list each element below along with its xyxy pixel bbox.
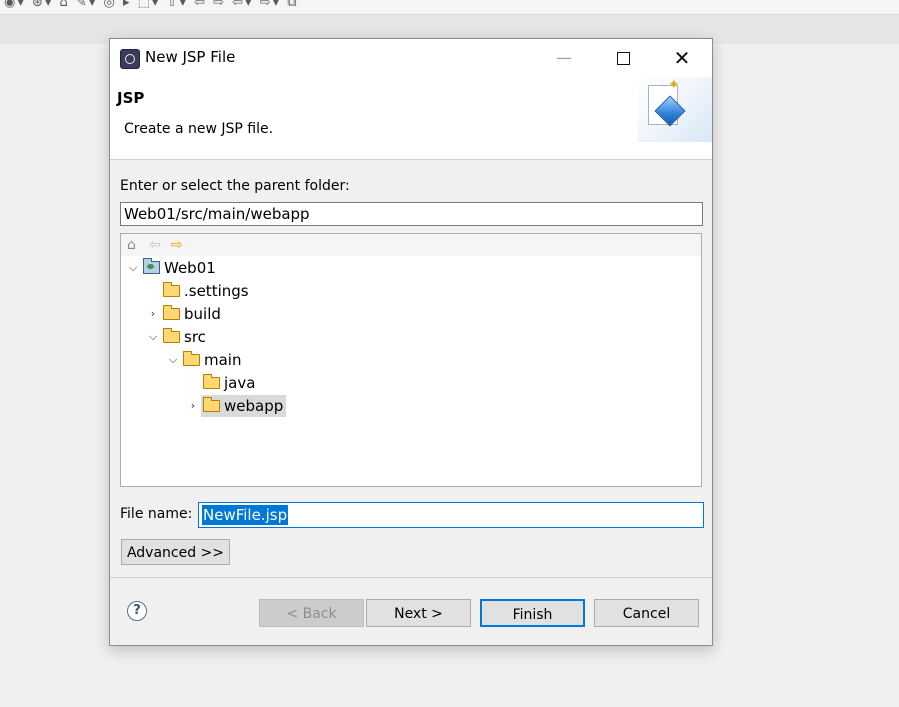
folder-icon <box>203 373 220 389</box>
file-name-label: File name: <box>120 506 193 522</box>
close-icon: ✕ <box>673 46 691 70</box>
selected-item-highlight: webapp <box>201 395 287 417</box>
next-button[interactable]: Next > <box>366 599 471 627</box>
folder-icon <box>183 350 200 366</box>
tree-item-label: java <box>224 374 256 392</box>
chevron-right-icon[interactable]: › <box>185 395 201 417</box>
parent-folder-input[interactable]: Web01/src/main/webapp <box>120 202 703 226</box>
tree-item-src[interactable]: ⌵ src <box>145 326 210 348</box>
file-name-value: NewFile.jsp <box>202 505 289 525</box>
dialog-titlebar: New JSP File — ✕ <box>110 39 712 77</box>
tree-item-label: webapp <box>224 397 284 415</box>
home-icon[interactable]: ⌂ <box>127 236 136 254</box>
tree-item-label: main <box>204 351 242 369</box>
advanced-button[interactable]: Advanced >> <box>121 539 230 565</box>
chevron-down-icon[interactable]: ⌵ <box>165 349 181 371</box>
tree-item-main[interactable]: ⌵ main <box>165 349 245 371</box>
tree-toolbar: ⌂ ⇦ ⇨ <box>121 234 701 256</box>
diamond-icon <box>654 95 686 127</box>
close-button[interactable]: ✕ <box>653 39 711 77</box>
tree-item-build[interactable]: › build <box>145 303 225 325</box>
wizard-header-title: JSP <box>117 89 145 107</box>
minimize-button[interactable]: — <box>535 39 593 77</box>
tree-item-java[interactable]: java <box>185 372 259 394</box>
eclipse-icon <box>120 49 140 69</box>
wizard-banner-icon: ✦ <box>638 77 712 142</box>
dialog-title: New JSP File <box>145 48 236 66</box>
minimize-icon: — <box>556 48 572 67</box>
parent-folder-label: Enter or select the parent folder: <box>120 178 350 194</box>
toolbar-icons: ◉▾ ⊛▾ ⌂ ✎▾ ◎ ▸ ⬚▾ ⇧▾ ⇦ ⇨ ⇦▾ ⇨▾ ⧉ <box>4 0 299 10</box>
maximize-icon <box>616 52 630 65</box>
help-icon[interactable]: ? <box>127 601 147 621</box>
forward-arrow-icon[interactable]: ⇨ <box>171 236 183 254</box>
tree-item-web01[interactable]: ⌵ Web01 <box>125 257 220 279</box>
tree-item-label: build <box>184 305 221 323</box>
tree-item-webapp[interactable]: › webapp <box>185 395 290 417</box>
tree-item-settings[interactable]: .settings <box>145 280 253 302</box>
sparkle-icon: ✦ <box>668 77 680 93</box>
chevron-down-icon[interactable]: ⌵ <box>145 326 161 348</box>
chevron-down-icon[interactable]: ⌵ <box>125 257 141 279</box>
button-bar-separator <box>110 577 712 578</box>
folder-icon <box>163 327 180 343</box>
new-jsp-file-dialog: New JSP File — ✕ JSP Create a new JSP fi… <box>109 38 713 646</box>
file-name-input[interactable]: NewFile.jsp <box>198 502 704 528</box>
maximize-button[interactable] <box>594 39 652 77</box>
folder-icon <box>163 304 180 320</box>
wizard-header-description: Create a new JSP file. <box>124 121 274 137</box>
cancel-button[interactable]: Cancel <box>594 599 699 627</box>
tree-item-label: Web01 <box>164 259 216 277</box>
finish-button[interactable]: Finish <box>480 599 585 627</box>
tree-item-label: src <box>184 328 206 346</box>
wizard-header: JSP Create a new JSP file. ✦ <box>110 77 712 160</box>
tree-item-label: .settings <box>184 282 249 300</box>
folder-tree[interactable]: ⌂ ⇦ ⇨ ⌵ Web01 .settings › build ⌵ src ⌵ main… <box>120 233 702 487</box>
ide-toolbar: ◉▾ ⊛▾ ⌂ ✎▾ ◎ ▸ ⬚▾ ⇧▾ ⇦ ⇨ ⇦▾ ⇨▾ ⧉ <box>0 0 899 15</box>
folder-icon <box>203 396 220 412</box>
back-arrow-icon[interactable]: ⇦ <box>149 236 161 254</box>
chevron-right-icon[interactable]: › <box>145 303 161 325</box>
back-button[interactable]: < Back <box>259 599 364 627</box>
project-icon <box>143 258 160 274</box>
folder-icon <box>163 281 180 297</box>
